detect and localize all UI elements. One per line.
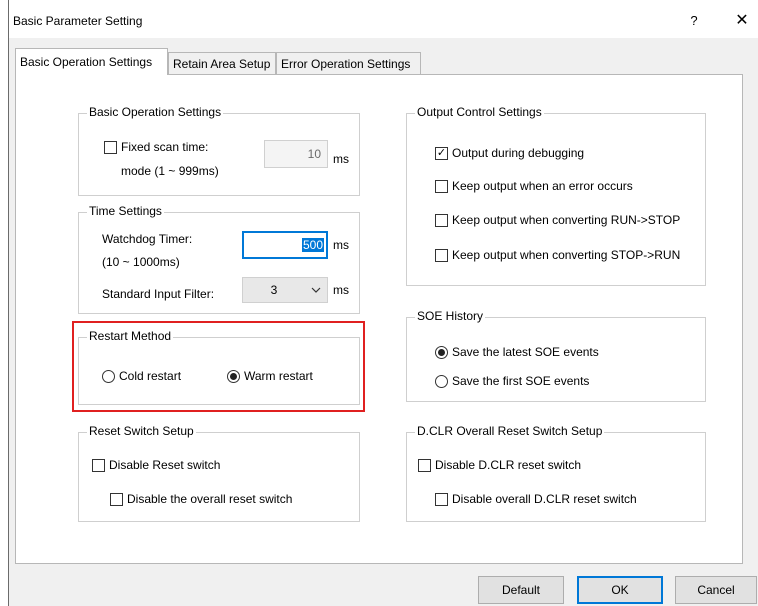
disable-overall-dclr-checkbox[interactable]: Disable overall D.CLR reset switch (435, 492, 637, 506)
group-title: Reset Switch Setup (87, 424, 196, 438)
group-title: Basic Operation Settings (87, 105, 224, 119)
disable-reset-label: Disable Reset switch (109, 458, 221, 472)
cancel-button[interactable]: Cancel (675, 576, 757, 604)
output-debugging-label: Output during debugging (452, 146, 585, 160)
disable-dclr-label: Disable D.CLR reset switch (435, 458, 582, 472)
checkbox-box (435, 492, 448, 506)
chevron-down-icon (311, 278, 321, 312)
keep-output-stop-run-checkbox[interactable]: Keep output when converting STOP->RUN (435, 248, 680, 262)
watchdog-value: 500 (301, 238, 324, 252)
keep-output-run-stop-checkbox[interactable]: Keep output when converting RUN->STOP (435, 213, 680, 227)
input-filter-unit: ms (333, 283, 349, 297)
help-button[interactable]: ? (684, 11, 704, 31)
close-button[interactable]: ✕ (731, 11, 753, 31)
save-latest-soe-label: Save the latest SOE events (452, 345, 599, 359)
group-title: Output Control Settings (415, 105, 544, 119)
input-filter-label: Standard Input Filter: (102, 287, 215, 301)
tab-basic-operation-settings[interactable]: Basic Operation Settings (15, 48, 168, 75)
disable-overall-reset-label: Disable the overall reset switch (127, 492, 293, 506)
tab-retain-area-setup[interactable]: Retain Area Setup (168, 52, 276, 74)
dclr-group: D.CLR Overall Reset Switch Setup (406, 424, 706, 522)
input-filter-value: 3 (270, 283, 278, 297)
keep-output-stop-run-label: Keep output when converting STOP->RUN (452, 248, 681, 262)
title-bar: Basic Parameter Setting ? ✕ (9, 0, 758, 38)
save-first-soe-label: Save the first SOE events (452, 374, 590, 388)
checkmark-icon: ✓ (435, 146, 448, 160)
group-title: Time Settings (87, 204, 164, 218)
ok-button[interactable]: OK (577, 576, 663, 604)
soe-history-group: SOE History (406, 309, 706, 402)
keep-output-error-label: Keep output when an error occurs (452, 179, 633, 193)
radio-dot (438, 348, 445, 356)
group-title: D.CLR Overall Reset Switch Setup (415, 424, 605, 438)
input-filter-select[interactable]: 3 (242, 277, 328, 303)
watchdog-unit: ms (333, 238, 349, 252)
checkbox-box (418, 458, 431, 472)
scan-mode-label: mode (1 ~ 999ms) (121, 164, 219, 178)
disable-dclr-checkbox[interactable]: Disable D.CLR reset switch (418, 458, 581, 472)
radio-circle (435, 374, 448, 388)
keep-output-run-stop-label: Keep output when converting RUN->STOP (452, 213, 681, 227)
disable-overall-dclr-label: Disable overall D.CLR reset switch (452, 492, 637, 506)
fixed-scan-checkbox[interactable]: Fixed scan time: (104, 140, 208, 154)
watchdog-range: (10 ~ 1000ms) (102, 255, 180, 269)
left-edge (0, 0, 9, 606)
window-title: Basic Parameter Setting (13, 14, 143, 28)
checkbox-box (435, 179, 448, 193)
checkbox-box (104, 140, 117, 154)
checkbox-box (92, 458, 105, 472)
output-debugging-checkbox[interactable]: ✓ Output during debugging (435, 146, 584, 160)
save-first-soe-radio[interactable]: Save the first SOE events (435, 374, 589, 388)
default-button[interactable]: Default (478, 576, 564, 604)
checkbox-box (435, 213, 448, 227)
reset-switch-group: Reset Switch Setup (78, 424, 360, 522)
restart-method-highlight (72, 321, 365, 412)
radio-circle (435, 345, 448, 359)
disable-overall-reset-checkbox[interactable]: Disable the overall reset switch (110, 492, 292, 506)
dialog: Basic Parameter Setting ? ✕ Basic Operat… (0, 0, 758, 606)
disable-reset-checkbox[interactable]: Disable Reset switch (92, 458, 220, 472)
checkbox-box (110, 492, 123, 506)
scan-time-input[interactable]: 10 (264, 140, 328, 168)
save-latest-soe-radio[interactable]: Save the latest SOE events (435, 345, 599, 359)
watchdog-input[interactable]: 500 (242, 231, 328, 259)
scan-time-unit: ms (333, 152, 349, 166)
group-title: SOE History (415, 309, 486, 323)
checkbox-box (435, 248, 448, 262)
tab-error-operation-settings[interactable]: Error Operation Settings (276, 52, 421, 74)
fixed-scan-label: Fixed scan time: (121, 140, 209, 154)
keep-output-error-checkbox[interactable]: Keep output when an error occurs (435, 179, 633, 193)
watchdog-label: Watchdog Timer: (102, 232, 193, 246)
